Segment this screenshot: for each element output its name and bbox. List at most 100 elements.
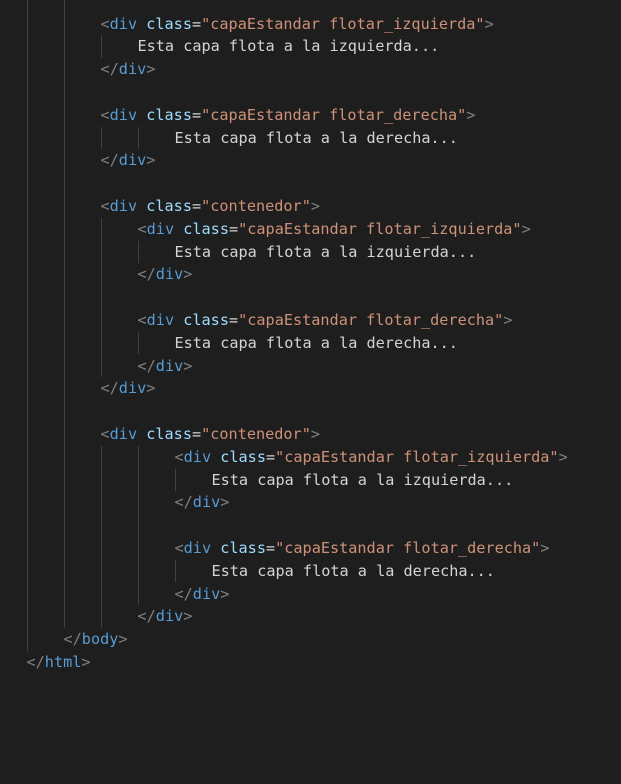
code-line[interactable]: </div> (101, 149, 156, 172)
angle-bracket: < (174, 447, 184, 466)
angle-bracket: </ (100, 151, 119, 170)
angle-bracket: </ (137, 607, 156, 626)
text-content: Esta capa flota a la derecha... (174, 128, 458, 147)
text-content: Esta capa flota a la derecha... (211, 561, 495, 580)
code-line[interactable]: Esta capa flota a la derecha... (175, 332, 458, 355)
code-line[interactable]: Esta capa flota a la derecha... (175, 127, 458, 150)
equals-sign: = (228, 310, 239, 329)
tag-name: div (155, 265, 184, 284)
tag-name: div (118, 60, 147, 79)
tag-name: div (109, 14, 138, 33)
code-line[interactable]: <div class="capaEstandar flotar_derecha"… (175, 537, 550, 560)
code-line[interactable]: <div class="capaEstandar flotar_derecha"… (138, 309, 513, 332)
angle-bracket: > (81, 652, 91, 671)
attribute-value: "capaEstandar flotar_derecha" (201, 105, 467, 124)
attribute-value: "capaEstandar flotar_izquierda" (238, 219, 522, 238)
tag-name: div (192, 493, 221, 512)
indent-guide (137, 445, 139, 606)
equals-sign: = (228, 219, 239, 238)
angle-bracket: < (174, 538, 184, 557)
angle-bracket: </ (137, 356, 156, 375)
tag-name: div (109, 105, 138, 124)
tag-name: div (155, 356, 184, 375)
code-line[interactable]: Esta capa flota a la derecha... (212, 560, 495, 583)
angle-bracket: </ (26, 652, 45, 671)
equals-sign: = (191, 14, 202, 33)
indent-guide (100, 126, 102, 150)
equals-sign: = (191, 105, 202, 124)
attribute-name: class (220, 447, 266, 466)
code-line[interactable]: <div class="contenedor"> (101, 195, 321, 218)
tag-name: div (109, 196, 138, 215)
code-line[interactable]: </div> (138, 263, 193, 286)
angle-bracket: > (146, 151, 156, 170)
attribute-value: "capaEstandar flotar_derecha" (238, 310, 504, 329)
angle-bracket: < (137, 310, 147, 329)
code-line[interactable]: </div> (175, 583, 230, 606)
tag-name: body (81, 630, 119, 649)
attribute-name: class (183, 310, 229, 329)
angle-bracket: > (220, 493, 230, 512)
angle-bracket: < (137, 219, 147, 238)
angle-bracket: </ (100, 379, 119, 398)
angle-bracket: < (100, 196, 110, 215)
angle-bracket: </ (137, 265, 156, 284)
code-line[interactable]: Esta capa flota a la izquierda... (175, 241, 477, 264)
code-editor[interactable]: <div class="capaEstandar flotar_izquierd… (0, 0, 621, 784)
indent-guide (100, 35, 102, 59)
tag-name: div (118, 151, 147, 170)
attribute-value: "contenedor" (201, 424, 311, 443)
attribute-value: "contenedor" (201, 196, 311, 215)
text-content: Esta capa flota a la izquierda... (211, 470, 514, 489)
tag-name: div (155, 607, 184, 626)
tag-name: div (118, 379, 147, 398)
angle-bracket: > (521, 219, 531, 238)
tag-name: div (146, 310, 175, 329)
text-content: Esta capa flota a la izquierda... (137, 37, 440, 56)
code-line[interactable]: <div class="capaEstandar flotar_izquierd… (138, 218, 531, 241)
angle-bracket: > (310, 424, 321, 443)
indent-guide (26, 0, 28, 651)
angle-bracket: > (558, 447, 568, 466)
indent-guide (63, 0, 65, 629)
code-line[interactable]: <div class="capaEstandar flotar_izquierd… (175, 446, 568, 469)
indent-guide (100, 445, 102, 629)
code-line[interactable]: </html> (27, 651, 91, 674)
indent-guide (174, 559, 176, 583)
code-line[interactable]: <div class="capaEstandar flotar_izquierd… (101, 13, 494, 36)
code-line[interactable]: </div> (138, 605, 193, 628)
angle-bracket: > (183, 356, 193, 375)
angle-bracket: > (220, 584, 230, 603)
attribute-name: class (146, 14, 192, 33)
code-line[interactable]: Esta capa flota a la izquierda... (138, 35, 440, 58)
angle-bracket: > (183, 265, 193, 284)
angle-bracket: > (183, 607, 193, 626)
angle-bracket: < (100, 424, 110, 443)
attribute-name: class (220, 538, 266, 557)
angle-bracket: </ (100, 60, 119, 79)
code-line[interactable]: </div> (175, 491, 230, 514)
text-content: Esta capa flota a la izquierda... (174, 242, 477, 261)
code-line[interactable]: <div class="capaEstandar flotar_derecha"… (101, 104, 476, 127)
text-content: Esta capa flota a la derecha... (174, 333, 458, 352)
code-line[interactable]: </div> (101, 58, 156, 81)
attribute-name: class (146, 196, 192, 215)
angle-bracket: > (310, 196, 321, 215)
code-line[interactable]: </div> (101, 377, 156, 400)
angle-bracket: < (100, 14, 110, 33)
angle-bracket: > (118, 630, 128, 649)
attribute-value: "capaEstandar flotar_derecha" (275, 538, 541, 557)
code-line[interactable]: </body> (64, 628, 128, 651)
angle-bracket: > (146, 379, 156, 398)
attribute-name: class (146, 105, 192, 124)
attribute-name: class (183, 219, 229, 238)
indent-guide (137, 126, 139, 150)
code-line[interactable]: <div class="contenedor"> (101, 423, 321, 446)
code-line[interactable]: Esta capa flota a la izquierda... (212, 469, 514, 492)
indent-guide (137, 240, 139, 264)
code-line[interactable]: </div> (138, 355, 193, 378)
